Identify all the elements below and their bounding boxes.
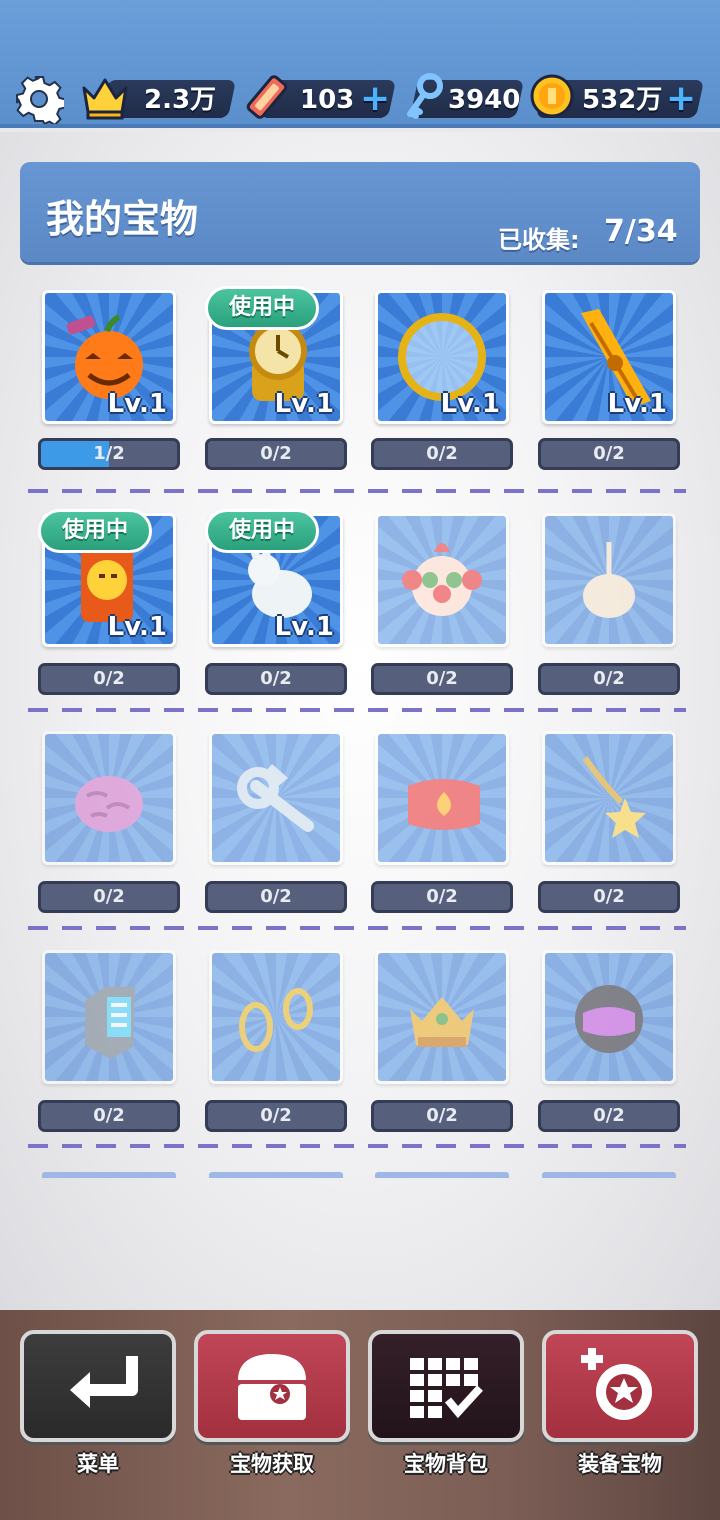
shard-progress-bar: 0/2 — [538, 881, 680, 913]
in-use-badge: 使用中 — [205, 286, 319, 330]
shard-progress-text: 0/2 — [93, 1105, 125, 1126]
shard-progress-bar: 0/2 — [538, 663, 680, 695]
shard-progress-bar: 0/2 — [538, 438, 680, 470]
shard-progress-text: 0/2 — [93, 668, 125, 689]
shard-progress-text: 0/2 — [593, 668, 625, 689]
in-use-badge: 使用中 — [205, 509, 319, 553]
shard-progress-text: 0/2 — [426, 1105, 458, 1126]
collected-count: 7/34 — [604, 214, 678, 249]
shard-progress-bar: 0/2 — [538, 1100, 680, 1132]
ticket-value: 103 — [300, 85, 355, 115]
treasure-obtain-button[interactable] — [194, 1330, 350, 1442]
shard-progress-text: 0/2 — [593, 1105, 625, 1126]
add-coin-button[interactable]: + — [666, 80, 696, 118]
key-icon — [398, 70, 452, 124]
level-label: Lv.1 — [107, 389, 167, 419]
key-value: 3940 — [448, 85, 521, 115]
shard-progress-bar: 1/2 — [38, 438, 180, 470]
treasure-slot[interactable] — [542, 950, 676, 1084]
treasure-slot[interactable]: Lv.1 — [542, 290, 676, 424]
row-separator — [28, 708, 686, 712]
shard-progress-bar: 0/2 — [371, 438, 513, 470]
menu-label: 菜单 — [77, 1452, 119, 1476]
crown-icon — [78, 70, 132, 124]
shard-progress-bar: 0/2 — [371, 881, 513, 913]
treasure-slot[interactable] — [542, 731, 676, 865]
level-label: Lv.1 — [107, 612, 167, 642]
coin-icon — [526, 70, 580, 124]
row-separator — [28, 1144, 686, 1148]
treasure-backpack-label: 宝物背包 — [404, 1452, 488, 1476]
shard-progress-bar: 0/2 — [205, 881, 347, 913]
shard-progress-text: 1/2 — [93, 443, 125, 464]
shard-progress-text: 0/2 — [260, 1105, 292, 1126]
treasure-slot[interactable] — [42, 950, 176, 1084]
collected-label: 已收集: — [498, 226, 580, 254]
shard-progress-bar: 0/2 — [38, 1100, 180, 1132]
row-separator — [28, 489, 686, 493]
in-use-badge: 使用中 — [38, 509, 152, 553]
shard-progress-bar: 0/2 — [205, 663, 347, 695]
shard-progress-bar: 0/2 — [371, 1100, 513, 1132]
equip-medal-icon — [581, 1348, 652, 1420]
treasure-slot[interactable] — [209, 731, 343, 865]
shard-progress-text: 0/2 — [93, 886, 125, 907]
panel-title: 我的宝物 — [46, 197, 199, 241]
shard-progress-bar: 0/2 — [205, 1100, 347, 1132]
settings-gear-icon[interactable] — [14, 74, 67, 127]
shard-progress-bar: 0/2 — [205, 438, 347, 470]
shard-progress-bar: 0/2 — [38, 663, 180, 695]
treasure-slot[interactable] — [375, 731, 509, 865]
add-ticket-button[interactable]: + — [360, 80, 390, 118]
shard-progress-text: 0/2 — [593, 443, 625, 464]
shard-progress-text: 0/2 — [593, 886, 625, 907]
row-separator — [28, 926, 686, 930]
return-arrow-icon — [70, 1356, 138, 1408]
treasure-slot[interactable]: Lv.1 — [42, 290, 176, 424]
treasure-slot[interactable] — [375, 513, 509, 647]
shard-progress-text: 0/2 — [426, 443, 458, 464]
shard-progress-text: 0/2 — [260, 668, 292, 689]
treasure-slot[interactable]: Lv.1 — [375, 290, 509, 424]
shard-progress-bar: 0/2 — [38, 881, 180, 913]
level-label: Lv.1 — [440, 389, 500, 419]
treasure-slot[interactable] — [42, 731, 176, 865]
treasure-backpack-button[interactable] — [368, 1330, 524, 1442]
shard-progress-bar: 0/2 — [371, 663, 513, 695]
shard-progress-text: 0/2 — [426, 886, 458, 907]
ticket-icon — [240, 70, 294, 124]
next-row-tile — [209, 1172, 343, 1178]
next-row-tile — [375, 1172, 509, 1178]
level-label: Lv.1 — [607, 389, 667, 419]
shard-progress-text: 0/2 — [260, 886, 292, 907]
treasure-slot[interactable] — [542, 513, 676, 647]
shard-progress-text: 0/2 — [260, 443, 292, 464]
coin-value: 532万 — [582, 85, 663, 115]
equip-treasure-button[interactable] — [542, 1330, 698, 1442]
level-label: Lv.1 — [274, 389, 334, 419]
crown-value: 2.3万 — [144, 85, 217, 115]
menu-button[interactable] — [20, 1330, 176, 1442]
treasure-slot[interactable] — [209, 950, 343, 1084]
equip-treasure-label: 装备宝物 — [578, 1452, 662, 1476]
next-row-tile — [42, 1172, 176, 1178]
grid-check-icon — [410, 1358, 483, 1419]
treasure-chest-icon — [238, 1354, 306, 1420]
next-row-tile — [542, 1172, 676, 1178]
treasure-obtain-label: 宝物获取 — [230, 1452, 314, 1476]
shard-progress-text: 0/2 — [426, 668, 458, 689]
level-label: Lv.1 — [274, 612, 334, 642]
treasure-slot[interactable] — [375, 950, 509, 1084]
